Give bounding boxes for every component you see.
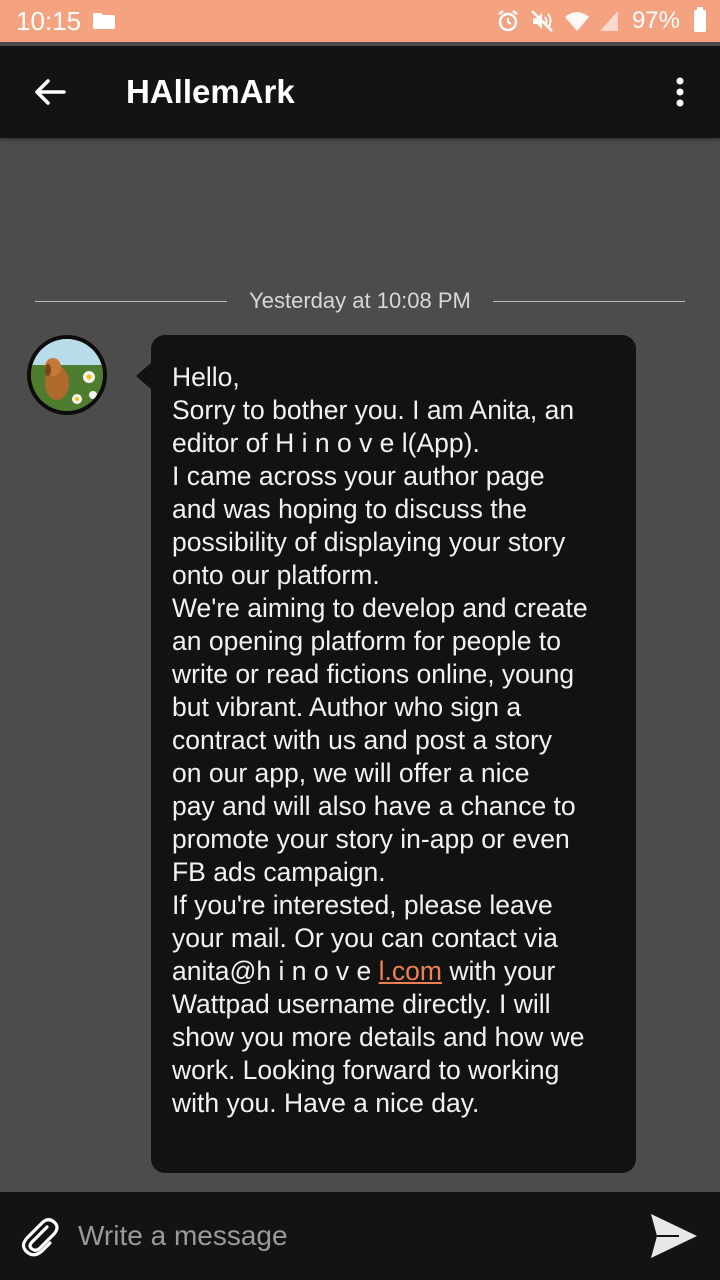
message-bubble: Hello, Sorry to bother you. I am Anita, … xyxy=(151,335,636,1173)
arrow-left-icon xyxy=(35,79,66,105)
folder-icon xyxy=(93,13,116,29)
message-input[interactable] xyxy=(78,1206,628,1266)
divider-line xyxy=(35,300,228,302)
message-text-part: Hello, Sorry to bother you. I am Anita, … xyxy=(172,362,588,986)
wifi-icon xyxy=(564,9,589,33)
back-button[interactable] xyxy=(0,46,100,138)
message-timestamp: Yesterday at 10:08 PM xyxy=(249,288,471,313)
battery-icon xyxy=(694,7,706,32)
paperclip-icon xyxy=(21,1218,59,1257)
app-bar: HAllemArk xyxy=(0,46,720,138)
battery-percent: 97% xyxy=(631,7,680,34)
bubble-tail xyxy=(136,362,152,390)
signal-icon xyxy=(598,9,622,33)
conversation-title: HAllemArk xyxy=(126,73,295,110)
message-text: Hello, Sorry to bother you. I am Anita, … xyxy=(172,361,626,1120)
attach-button[interactable] xyxy=(0,1192,78,1280)
divider-line xyxy=(492,300,685,302)
send-icon xyxy=(651,1214,697,1258)
overflow-menu-button[interactable] xyxy=(640,46,720,138)
email-link[interactable]: l.com xyxy=(379,956,442,986)
more-vert-icon xyxy=(676,77,684,107)
sender-avatar[interactable] xyxy=(27,335,107,415)
status-bar: 10:15 97% xyxy=(0,0,720,42)
status-icons: 97% xyxy=(496,7,706,35)
date-divider: Yesterday at 10:08 PM xyxy=(35,280,685,322)
message-composer xyxy=(0,1192,720,1280)
mute-icon xyxy=(530,9,554,33)
alarm-icon xyxy=(496,9,520,33)
status-time: 10:15 xyxy=(16,5,82,36)
send-button[interactable] xyxy=(628,1192,720,1280)
avatar-image xyxy=(31,339,103,411)
